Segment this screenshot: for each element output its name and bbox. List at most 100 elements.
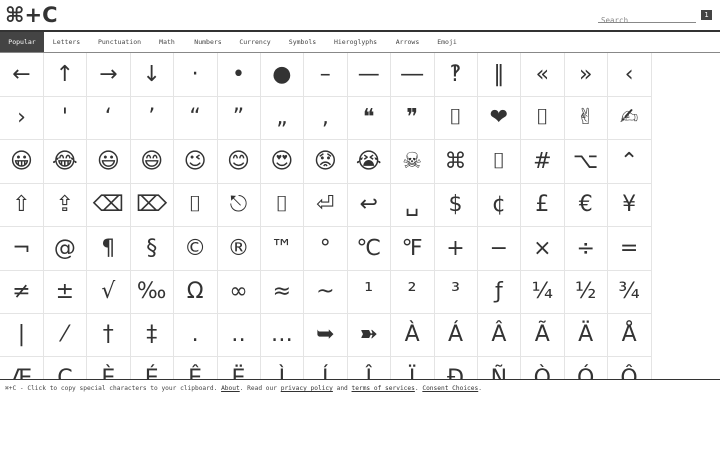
- char-cell[interactable]: ±: [43, 270, 88, 314]
- char-cell[interactable]: ␣: [390, 183, 435, 228]
- char-cell[interactable]: ·: [173, 53, 218, 97]
- char-cell[interactable]: ☠: [390, 139, 435, 184]
- char-cell[interactable]: ✌: [564, 96, 609, 141]
- char-cell[interactable]: −: [477, 226, 522, 271]
- char-cell[interactable]: +: [434, 226, 478, 271]
- char-cell[interactable]: ❞: [390, 96, 435, 141]
- tab-punctuation[interactable]: Punctuation: [89, 32, 150, 52]
- char-cell[interactable]: 😟: [303, 139, 348, 184]
- tab-arrows[interactable]: Arrows: [385, 32, 430, 52]
- char-cell[interactable]: ¾: [607, 270, 652, 314]
- char-cell[interactable]: »: [564, 53, 609, 97]
- tab-hieroglyphs[interactable]: Hieroglyphs: [326, 32, 385, 52]
- char-cell[interactable]: ⌷: [520, 96, 565, 141]
- char-cell[interactable]: .: [173, 313, 218, 358]
- tab-letters[interactable]: Letters: [44, 32, 89, 52]
- char-cell[interactable]: ⏎: [303, 183, 348, 228]
- char-cell[interactable]: €: [564, 183, 609, 228]
- char-cell[interactable]: ℉: [390, 226, 435, 271]
- search-field[interactable]: [598, 8, 697, 27]
- terms-link[interactable]: terms of services: [352, 385, 415, 392]
- char-cell[interactable]: ½: [564, 270, 609, 314]
- char-cell[interactable]: 😄: [130, 139, 175, 184]
- char-cell[interactable]: ➥: [303, 313, 348, 358]
- char-cell[interactable]: ❝: [347, 96, 392, 141]
- char-cell[interactable]: Ã: [520, 313, 565, 358]
- char-cell[interactable]: È: [87, 356, 131, 379]
- char-cell[interactable]: †: [86, 313, 131, 358]
- char-cell[interactable]: √: [86, 270, 131, 314]
- char-cell[interactable]: ⌥: [564, 139, 609, 184]
- search-input[interactable]: [598, 14, 697, 27]
- char-cell[interactable]: ‽: [434, 53, 478, 97]
- char-cell[interactable]: –: [303, 53, 348, 97]
- privacy-policy-link[interactable]: privacy policy: [281, 385, 333, 392]
- char-cell[interactable]: «: [520, 53, 565, 97]
- char-cell[interactable]: ⌃: [607, 139, 652, 184]
- char-cell[interactable]: ¢: [477, 183, 522, 228]
- char-cell[interactable]: ‥: [217, 313, 261, 358]
- char-cell[interactable]: ↓: [130, 53, 175, 97]
- char-cell[interactable]: Ì: [260, 356, 305, 379]
- char-cell[interactable]: Î: [347, 356, 392, 379]
- tab-currency[interactable]: Currency: [232, 32, 278, 52]
- char-cell[interactable]: ⌷: [260, 183, 305, 228]
- char-cell[interactable]: ƒ: [477, 270, 522, 314]
- char-cell[interactable]: ●: [260, 53, 305, 97]
- char-cell[interactable]: Ë: [217, 356, 261, 379]
- char-cell[interactable]: ―: [390, 53, 435, 97]
- char-cell[interactable]: Ï: [391, 356, 435, 379]
- char-cell[interactable]: ⌦: [130, 183, 175, 228]
- char-cell[interactable]: ¶: [86, 226, 131, 271]
- char-cell[interactable]: ‚: [303, 96, 348, 141]
- char-cell[interactable]: ⎋: [217, 183, 261, 228]
- char-cell[interactable]: ‹: [607, 53, 652, 97]
- char-cell[interactable]: ⇪: [43, 183, 88, 228]
- char-cell[interactable]: ≠: [0, 270, 44, 314]
- logo[interactable]: ⌘+C: [5, 2, 58, 28]
- char-cell[interactable]: ⌫: [86, 183, 131, 228]
- tab-symbols[interactable]: Symbols: [279, 32, 326, 52]
- tab-numbers[interactable]: Numbers: [184, 32, 232, 52]
- char-cell[interactable]: #: [520, 139, 565, 184]
- char-cell[interactable]: ⌷: [434, 96, 478, 141]
- char-cell[interactable]: |: [0, 313, 44, 358]
- char-cell[interactable]: ‖: [477, 53, 522, 97]
- char-cell[interactable]: ¼: [520, 270, 565, 314]
- char-cell[interactable]: ‘: [86, 96, 131, 141]
- char-cell[interactable]: ™: [260, 226, 305, 271]
- char-cell[interactable]: Ô: [608, 356, 652, 379]
- char-cell[interactable]: ”: [217, 96, 261, 141]
- char-cell[interactable]: §: [130, 226, 175, 271]
- char-cell[interactable]: →: [86, 53, 131, 97]
- char-cell[interactable]: £: [520, 183, 565, 228]
- char-cell[interactable]: ⁄: [43, 313, 88, 358]
- char-cell[interactable]: ←: [0, 53, 44, 97]
- char-cell[interactable]: ’: [130, 96, 175, 141]
- char-cell[interactable]: Ç: [43, 356, 88, 379]
- char-cell[interactable]: Ω: [173, 270, 218, 314]
- tab-popular[interactable]: Popular: [0, 32, 44, 52]
- char-cell[interactable]: °: [303, 226, 348, 271]
- char-cell[interactable]: ∞: [217, 270, 261, 314]
- char-cell[interactable]: ²: [390, 270, 435, 314]
- char-cell[interactable]: ➽: [347, 313, 392, 358]
- char-cell[interactable]: Â: [477, 313, 522, 358]
- tab-math[interactable]: Math: [150, 32, 184, 52]
- char-cell[interactable]: ⌘: [434, 139, 478, 184]
- char-cell[interactable]: Ð: [434, 356, 478, 379]
- char-cell[interactable]: Ó: [564, 356, 609, 379]
- char-cell[interactable]: É: [130, 356, 175, 379]
- char-cell[interactable]: —: [347, 53, 392, 97]
- char-cell[interactable]: 😭: [347, 139, 392, 184]
- char-cell[interactable]: 😀: [0, 139, 44, 184]
- char-cell[interactable]: À: [390, 313, 435, 358]
- about-link[interactable]: About: [221, 385, 240, 392]
- char-cell[interactable]: ¥: [607, 183, 652, 228]
- char-cell[interactable]: ✍: [607, 96, 652, 141]
- char-cell[interactable]: Ò: [521, 356, 565, 379]
- char-cell[interactable]: =: [607, 226, 652, 271]
- char-cell[interactable]: ¬: [0, 226, 44, 271]
- char-cell[interactable]: ℃: [347, 226, 392, 271]
- char-cell[interactable]: ≈: [260, 270, 305, 314]
